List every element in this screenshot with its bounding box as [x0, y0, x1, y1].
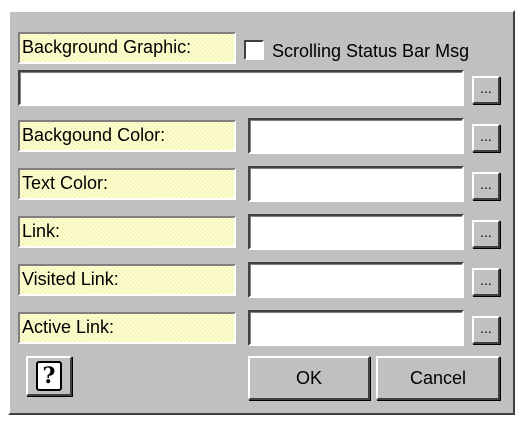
- visited-link-color-browse-button[interactable]: ...: [472, 268, 500, 296]
- link-color-field[interactable]: [248, 214, 464, 250]
- background-color-field[interactable]: [248, 118, 464, 154]
- cancel-button[interactable]: Cancel: [376, 356, 500, 400]
- text-color-label: Text Color:: [18, 168, 236, 200]
- link-color-label: Link:: [18, 216, 236, 248]
- background-graphic-field[interactable]: [18, 70, 464, 106]
- text-color-browse-button[interactable]: ...: [472, 172, 500, 200]
- link-color-browse-button[interactable]: ...: [472, 220, 500, 248]
- visited-link-color-field[interactable]: [248, 262, 464, 298]
- active-link-color-label: Active Link:: [18, 312, 236, 344]
- background-color-label: Backgound Color:: [18, 120, 236, 152]
- background-color-browse-button[interactable]: ...: [472, 124, 500, 152]
- question-mark-icon: ?: [36, 361, 62, 391]
- scrolling-status-bar-label[interactable]: Scrolling Status Bar Msg: [272, 40, 469, 62]
- scrolling-status-bar-checkbox[interactable]: [244, 40, 264, 60]
- ok-button[interactable]: OK: [248, 356, 370, 400]
- background-graphic-label: Background Graphic:: [18, 32, 236, 64]
- active-link-color-browse-button[interactable]: ...: [472, 316, 500, 344]
- visited-link-color-label: Visited Link:: [18, 264, 236, 296]
- background-graphic-browse-button[interactable]: ...: [472, 76, 500, 104]
- text-color-field[interactable]: [248, 166, 464, 202]
- help-button[interactable]: ?: [26, 356, 72, 396]
- properties-dialog: Background Graphic: Scrolling Status Bar…: [8, 10, 515, 415]
- active-link-color-field[interactable]: [248, 310, 464, 346]
